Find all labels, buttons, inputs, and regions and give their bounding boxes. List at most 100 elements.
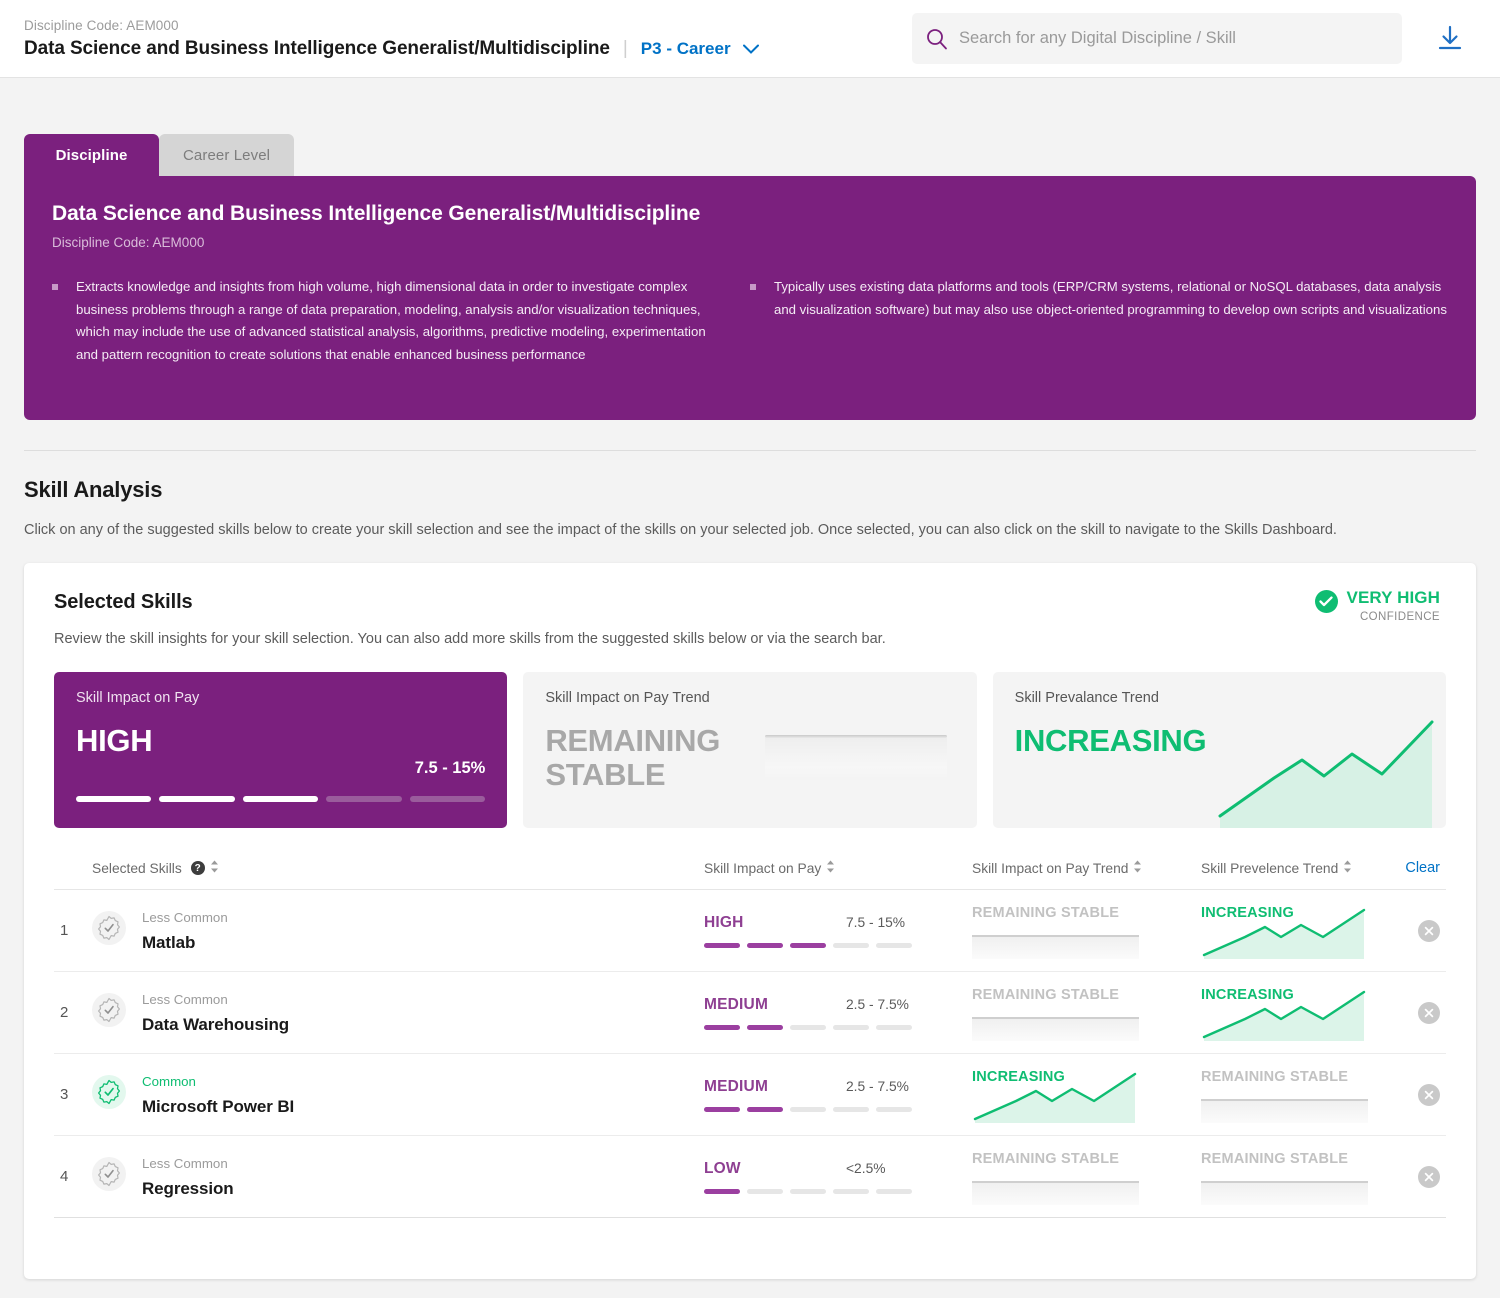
- pay-bar: [876, 1188, 912, 1194]
- col-header-selected-skills[interactable]: Selected Skills ?: [92, 860, 704, 876]
- skill-cell[interactable]: Less Common Matlab: [92, 908, 704, 953]
- col-header-label: Skill Prevelence Trend: [1201, 860, 1339, 876]
- flat-trend-line: [1201, 1098, 1368, 1101]
- table-row[interactable]: 2 Less Common Data Warehousing MEDIUM 2.…: [54, 972, 1446, 1055]
- col-header-prevalence-trend[interactable]: Skill Prevelence Trend: [1201, 860, 1401, 876]
- download-button[interactable]: [1437, 25, 1463, 58]
- prevalence-trend-cell: REMAINING STABLE: [1201, 1149, 1401, 1205]
- pay-bar: [790, 1024, 826, 1030]
- tab-career-level-label: Career Level: [183, 146, 271, 164]
- remove-skill-button[interactable]: [1418, 1001, 1440, 1024]
- sort-icon[interactable]: [210, 860, 219, 876]
- discipline-card-code: Discipline Code: AEM000: [52, 235, 205, 250]
- col-header-impact-on-pay[interactable]: Skill Impact on Pay: [704, 860, 972, 876]
- trend-label: REMAINING STABLE: [1201, 1068, 1349, 1085]
- search-bar[interactable]: [912, 13, 1402, 64]
- col-header-label: Skill Impact on Pay Trend: [972, 860, 1129, 876]
- table-row[interactable]: 4 Less Common Regression LOW <2.5% REMAI…: [54, 1136, 1446, 1219]
- pay-bar: [747, 942, 783, 948]
- col-header-pay-trend[interactable]: Skill Impact on Pay Trend: [972, 860, 1201, 876]
- prevalence-trend-cell: INCREASING: [1201, 985, 1401, 1041]
- trend-label: REMAINING STABLE: [972, 1150, 1120, 1167]
- summary-label: Skill Impact on Pay Trend: [545, 690, 710, 707]
- flat-trend-fill: [972, 936, 1139, 959]
- row-actions: [1401, 1083, 1440, 1106]
- table-row[interactable]: 3 Common Microsoft Power BI MEDIUM 2.5 -…: [54, 1054, 1446, 1137]
- pay-range: 2.5 - 7.5%: [846, 1078, 909, 1094]
- trend-graphic: REMAINING STABLE: [972, 1149, 1172, 1205]
- search-input[interactable]: [959, 29, 1388, 48]
- skill-analysis-header: Skill Analysis Click on any of the sugge…: [0, 451, 1500, 542]
- commonality-label: Less Common: [142, 910, 228, 926]
- tab-strip: Discipline Career Level: [0, 78, 1500, 176]
- col-header-label: Skill Impact on Pay: [704, 860, 822, 876]
- skill-cell[interactable]: Less Common Regression: [92, 1154, 704, 1199]
- career-level-dropdown[interactable]: P3 - Career: [641, 39, 760, 60]
- pay-bars: [704, 1024, 912, 1030]
- confidence-label: CONFIDENCE: [1359, 611, 1440, 624]
- header-identity: Discipline Code: AEM000 Data Science and…: [0, 18, 760, 60]
- pay-bar: [876, 1024, 912, 1030]
- pay-bar: [704, 1188, 740, 1194]
- skill-name: Matlab: [142, 932, 196, 952]
- header-title-row: Data Science and Business Intelligence G…: [24, 38, 760, 60]
- prevalence-trend-cell: REMAINING STABLE: [1201, 1067, 1401, 1123]
- top-bar: Discipline Code: AEM000 Data Science and…: [0, 0, 1500, 78]
- pay-bar: [833, 1106, 869, 1112]
- sort-icon[interactable]: [826, 860, 835, 876]
- row-actions: [1401, 1001, 1440, 1024]
- trend-graphic: REMAINING STABLE: [1201, 1067, 1401, 1123]
- chevron-down-icon: [743, 39, 760, 59]
- career-level-label: P3 - Career: [640, 38, 731, 58]
- skill-cell[interactable]: Common Microsoft Power BI: [92, 1072, 704, 1117]
- remove-skill-button[interactable]: [1418, 919, 1440, 942]
- pay-trend-cell: INCREASING: [972, 1067, 1201, 1123]
- pay-bar: [704, 942, 740, 948]
- pay-bars: [704, 942, 912, 948]
- table-row[interactable]: 1 Less Common Matlab HIGH 7.5 - 15% REMA…: [54, 890, 1446, 973]
- pay-range: 2.5 - 7.5%: [846, 996, 909, 1012]
- pay-level: HIGH: [704, 913, 744, 931]
- sort-icon[interactable]: [1343, 860, 1352, 876]
- pay-bars: [704, 1106, 912, 1112]
- discipline-card: Data Science and Business Intelligence G…: [24, 176, 1476, 420]
- bullet-square-icon: [750, 284, 756, 290]
- summary-value: REMAINING STABLE: [545, 723, 721, 792]
- pay-range: <2.5%: [846, 1160, 886, 1176]
- row-number: 3: [60, 1086, 69, 1104]
- trend-label: REMAINING STABLE: [972, 904, 1120, 921]
- segment: [159, 796, 235, 803]
- rosette-badge-icon: [92, 993, 126, 1032]
- selected-skills-title: Selected Skills: [54, 591, 193, 614]
- skill-meta: Less Common Matlab: [142, 908, 228, 953]
- trend-graphic: REMAINING STABLE: [1201, 1149, 1401, 1205]
- skill-cell[interactable]: Less Common Data Warehousing: [92, 990, 704, 1035]
- summary-label: Skill Impact on Pay: [76, 690, 200, 707]
- summary-range: 7.5 - 15%: [414, 759, 486, 778]
- row-actions: [1401, 1165, 1440, 1188]
- remove-skill-button[interactable]: [1418, 1083, 1440, 1106]
- trend-graphic: INCREASING: [972, 1067, 1172, 1123]
- flat-trend-fill: [764, 738, 947, 781]
- tab-discipline[interactable]: Discipline: [24, 134, 159, 176]
- trend-graphic: REMAINING STABLE: [972, 985, 1172, 1041]
- flat-trend-fill: [972, 1182, 1139, 1205]
- tab-career-level[interactable]: Career Level: [159, 134, 295, 176]
- discipline-card-columns: Extracts knowledge and insights from hig…: [52, 276, 1448, 367]
- clear-button[interactable]: Clear: [1405, 860, 1440, 876]
- summary-card-impact-on-pay: Skill Impact on Pay HIGH 7.5 - 15%: [54, 672, 508, 829]
- summary-card-pay-trend: Skill Impact on Pay Trend REMAINING STAB…: [523, 672, 977, 829]
- tab-discipline-label: Discipline: [55, 146, 128, 164]
- trend-label: REMAINING STABLE: [972, 986, 1120, 1003]
- help-icon[interactable]: ?: [190, 861, 205, 876]
- pay-bar: [833, 1188, 869, 1194]
- summary-label: Skill Prevalance Trend: [1014, 690, 1159, 707]
- confidence-level: VERY HIGH: [1346, 588, 1440, 608]
- sort-icon[interactable]: [1133, 860, 1142, 876]
- remove-skill-button[interactable]: [1418, 1165, 1440, 1188]
- skill-name: Microsoft Power BI: [142, 1096, 295, 1116]
- pay-bar: [876, 1106, 912, 1112]
- pay-bar: [833, 942, 869, 948]
- rosette-badge-icon: [92, 1075, 126, 1114]
- pay-trend-cell: REMAINING STABLE: [972, 985, 1201, 1041]
